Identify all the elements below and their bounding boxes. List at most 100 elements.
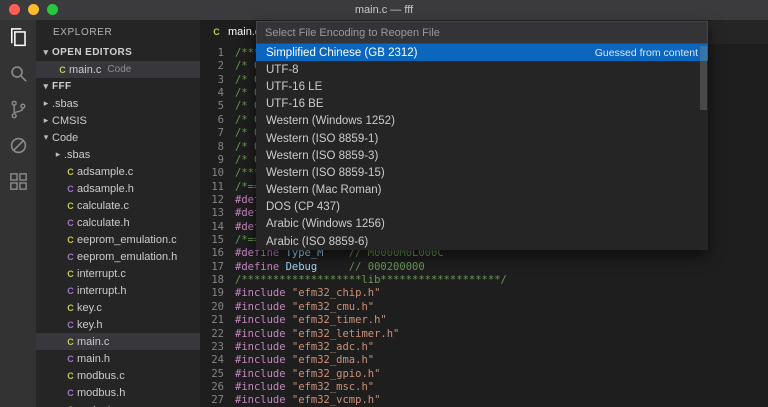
code-line[interactable]: 18/*******************lib***************… — [200, 274, 768, 287]
file-interrupt.c[interactable]: Cinterrupt.c — [36, 265, 200, 282]
open-editors-section-header[interactable]: ▾ OPEN EDITORS — [36, 44, 200, 61]
debug-icon[interactable] — [7, 134, 30, 157]
file-eeprom_emulation.c[interactable]: Ceeprom_emulation.c — [36, 231, 200, 248]
line-number: 26 — [200, 381, 224, 394]
encoding-option[interactable]: Western (ISO 8859-3) — [256, 147, 708, 164]
extensions-icon[interactable] — [7, 170, 30, 193]
file-calculate.h[interactable]: Ccalculate.h — [36, 214, 200, 231]
scrollbar-thumb[interactable] — [700, 46, 707, 110]
explorer-icon[interactable] — [7, 26, 30, 49]
encoding-option-label: Western (ISO 8859-15) — [266, 167, 385, 179]
line-number: 25 — [200, 368, 224, 381]
file-adsample.h[interactable]: Cadsample.h — [36, 180, 200, 197]
code-line[interactable]: 17#define Debug // 000200000 — [200, 261, 768, 274]
encoding-option[interactable]: DOS (CP 437) — [256, 199, 708, 216]
tree-item-label: adsample.h — [77, 183, 134, 195]
encoding-option[interactable]: Western (Windows 1252) — [256, 113, 708, 130]
code-text: #include "efm32_timer.h" — [235, 314, 387, 327]
encoding-option[interactable]: Western (ISO 8859-1) — [256, 130, 708, 147]
code-line[interactable]: 21#include "efm32_timer.h" — [200, 314, 768, 327]
code-text: #include "efm32_msc.h" — [235, 381, 374, 394]
file-modbus.h[interactable]: Cmodbus.h — [36, 384, 200, 401]
encoding-option[interactable]: Simplified Chinese (GB 2312) Guessed from… — [256, 44, 708, 61]
tree-item-label: CMSIS — [52, 115, 87, 127]
tree-item-label: eeprom_emulation.h — [77, 251, 177, 263]
encoding-option[interactable]: UTF-8 — [256, 61, 708, 78]
close-button[interactable] — [9, 4, 20, 15]
file-interrupt.h[interactable]: Cinterrupt.h — [36, 282, 200, 299]
code-line[interactable]: 19#include "efm32_chip.h" — [200, 287, 768, 300]
code-line[interactable]: 27#include "efm32_vcmp.h" — [200, 394, 768, 407]
code-line[interactable]: 26 #include "efm32_msc.h" — [200, 381, 768, 394]
encoding-option[interactable]: Western (ISO 8859-15) — [256, 164, 708, 181]
file-main.c[interactable]: Cmain.c — [36, 333, 200, 350]
code-text: #include "efm32_gpio.h" — [235, 368, 380, 381]
search-icon[interactable] — [7, 62, 30, 85]
code-line[interactable]: 23 #include "efm32_adc.h" — [200, 341, 768, 354]
window-title: main.c — fff — [355, 4, 413, 16]
code-line[interactable]: 22#include "efm32_letimer.h" — [200, 328, 768, 341]
tree-item-label: main.h — [77, 353, 110, 365]
tree-item-label: .sbas — [52, 98, 78, 110]
encoding-option[interactable]: UTF-16 LE — [256, 78, 708, 95]
file-protect.c[interactable]: Cprotect.c — [36, 401, 200, 407]
root-folder-label: FFF — [52, 81, 72, 92]
code-text: #include "efm32_cmu.h" — [235, 301, 374, 314]
file-key.c[interactable]: Ckey.c — [36, 299, 200, 316]
encoding-option-label: Arabic (Windows 1256) — [266, 218, 385, 230]
encoding-option-label: Western (Windows 1252) — [266, 115, 395, 127]
file-modbus.c[interactable]: Cmodbus.c — [36, 367, 200, 384]
source-control-icon[interactable] — [7, 98, 30, 121]
code-line[interactable]: 20#include "efm32_cmu.h" — [200, 301, 768, 314]
quick-pick-input[interactable]: Select File Encoding to Reopen File — [256, 21, 708, 44]
code-line[interactable]: 25 #include "efm32_gpio.h" — [200, 368, 768, 381]
tree-item-label: main.c — [77, 336, 109, 348]
file-main.h[interactable]: Cmain.h — [36, 350, 200, 367]
folder-.sbas[interactable]: ▸.sbas — [36, 95, 200, 112]
title-bar: main.c — fff — [0, 0, 768, 20]
line-number: 17 — [200, 261, 224, 274]
zoom-button[interactable] — [47, 4, 58, 15]
encoding-option[interactable]: Arabic (Windows 1256) — [256, 216, 708, 233]
encoding-option[interactable]: Arabic (ISO 8859-6) — [256, 233, 708, 250]
tree-item-label: key.h — [77, 319, 102, 331]
encoding-option-label: Simplified Chinese (GB 2312) — [266, 47, 418, 59]
h-file-icon: C — [64, 252, 77, 262]
c-file-icon: C — [64, 201, 77, 211]
folder-.sbas[interactable]: ▸.sbas — [36, 146, 200, 163]
line-number: 16 — [200, 247, 224, 260]
open-editor-description: Code — [107, 64, 131, 75]
folder-Code[interactable]: ▾Code — [36, 129, 200, 146]
root-folder-header[interactable]: ▾ FFF — [36, 78, 200, 95]
folder-CMSIS[interactable]: ▸CMSIS — [36, 112, 200, 129]
file-eeprom_emulation.h[interactable]: Ceeprom_emulation.h — [36, 248, 200, 265]
c-file-icon: C — [64, 371, 77, 381]
line-number: 18 — [200, 274, 224, 287]
code-text: #include "efm32_adc.h" — [235, 341, 374, 354]
line-number: 23 — [200, 341, 224, 354]
minimize-button[interactable] — [28, 4, 39, 15]
chevron-down-icon: ▾ — [40, 81, 52, 92]
encoding-option[interactable]: Western (Mac Roman) — [256, 182, 708, 199]
encoding-option-description: Guessed from content — [595, 47, 698, 59]
code-line[interactable]: 24#include "efm32_dma.h" — [200, 354, 768, 367]
file-adsample.c[interactable]: Cadsample.c — [36, 163, 200, 180]
line-number: 8 — [200, 141, 224, 154]
file-calculate.c[interactable]: Ccalculate.c — [36, 197, 200, 214]
encoding-quick-pick: Select File Encoding to Reopen File Simp… — [256, 21, 708, 250]
c-file-icon: C — [210, 27, 223, 37]
vscode-window: main.c — fff EXPLORER ▾ OPEN EDITORS Cma… — [0, 0, 768, 407]
tree-item-label: interrupt.h — [77, 285, 127, 297]
encoding-option[interactable]: UTF-16 BE — [256, 96, 708, 113]
tree-item-label: modbus.c — [77, 370, 125, 382]
file-tree: ▸.sbas▸CMSIS▾Code▸.sbasCadsample.cCadsam… — [36, 95, 200, 407]
open-editor-item[interactable]: Cmain.cCode — [36, 61, 200, 78]
code-text: #include "efm32_letimer.h" — [235, 328, 399, 341]
code-text: #include "efm32_chip.h" — [235, 287, 380, 300]
c-file-icon: C — [64, 235, 77, 245]
h-file-icon: C — [64, 286, 77, 296]
code-text: #include "efm32_vcmp.h" — [235, 394, 380, 407]
file-key.h[interactable]: Ckey.h — [36, 316, 200, 333]
tree-item-label: calculate.h — [77, 217, 130, 229]
line-number: 11 — [200, 181, 224, 194]
